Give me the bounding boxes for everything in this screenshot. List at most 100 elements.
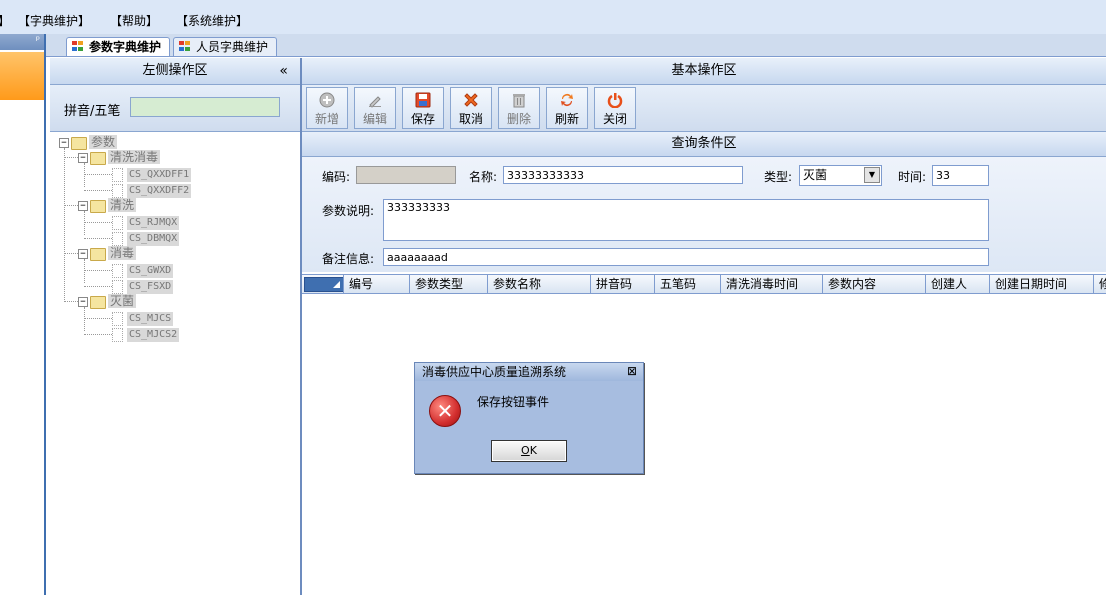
- note-label: 备注信息:: [322, 252, 375, 266]
- tree-group[interactable]: − 清洗消毒: [78, 150, 218, 165]
- time-label: 时间:: [898, 170, 927, 184]
- query-area-header: 查询条件区: [302, 132, 1106, 157]
- tree-group[interactable]: − 清洗: [78, 198, 218, 213]
- tree-leaf-label: CS_QXXDFF2: [127, 184, 192, 198]
- grid-col-header[interactable]: 清洗消毒时间: [721, 275, 823, 293]
- delete-label: 删除: [506, 112, 531, 126]
- menu-bar: 】 【字典维护】 【帮助】 【系统维护】: [0, 0, 1106, 35]
- grid-col-header[interactable]: 五笔码: [655, 275, 721, 293]
- grid-col-header[interactable]: 参数内容: [823, 275, 926, 293]
- tree-leaf-label: CS_FSXD: [127, 280, 174, 294]
- grid-col-header[interactable]: 参数类型: [410, 275, 488, 293]
- left-panel-title: 左侧操作区: [142, 63, 208, 78]
- tree-leaf[interactable]: CS_QXXDFF1: [112, 168, 242, 182]
- error-icon: ✕: [429, 395, 461, 427]
- collapse-icon[interactable]: «: [279, 58, 288, 84]
- tree-group[interactable]: − 灭菌: [78, 294, 218, 309]
- delete-button[interactable]: 删除: [498, 87, 540, 129]
- tab-param-dictionary[interactable]: 参数字典维护: [66, 37, 171, 56]
- close-icon[interactable]: ⊠: [625, 364, 639, 378]
- pin-icon[interactable]: ᵖ: [36, 35, 40, 46]
- tree-leaf[interactable]: CS_RJMQX: [112, 216, 242, 230]
- dictionary-icon: [179, 41, 191, 52]
- param-tree: − 参数 − 清洗消毒 CS_QXXDFF1 CS_QXXDFF2 − 清洗 C…: [50, 132, 300, 595]
- dialog-title-bar: 消毒供应中心质量追溯系统: [415, 363, 643, 381]
- ok-button[interactable]: OK: [491, 440, 567, 462]
- collapse-toggle-icon[interactable]: −: [59, 138, 69, 148]
- edit-button[interactable]: 编辑: [354, 87, 396, 129]
- name-field[interactable]: 33333333333: [503, 166, 743, 184]
- grid-col-header[interactable]: 创建日期时间: [990, 275, 1094, 293]
- tree-leaf[interactable]: CS_MJCS2: [112, 328, 242, 342]
- edit-label: 编辑: [362, 112, 387, 126]
- dialog-title: 消毒供应中心质量追溯系统: [422, 365, 567, 379]
- right-panel-title: 基本操作区: [671, 63, 737, 78]
- save-icon: [415, 92, 431, 108]
- tree-group-label: 灭菌: [108, 294, 137, 308]
- time-field[interactable]: 33: [932, 165, 989, 186]
- file-icon: [112, 168, 123, 182]
- cancel-icon: [463, 92, 479, 108]
- dictionary-icon: [72, 41, 84, 52]
- tree-leaf[interactable]: CS_MJCS: [112, 312, 242, 326]
- tree-group-label: 清洗消毒: [108, 150, 161, 164]
- grid-col-header[interactable]: 拼音码: [591, 275, 655, 293]
- tree-group-label: 清洗: [108, 198, 137, 212]
- close-label: 关闭: [602, 112, 627, 126]
- dropdown-arrow-icon[interactable]: ▼: [864, 167, 880, 183]
- folder-open-icon: [71, 137, 87, 150]
- collapse-toggle-icon[interactable]: −: [78, 201, 88, 211]
- tree-leaf[interactable]: CS_FSXD: [112, 280, 242, 294]
- collapse-toggle-icon[interactable]: −: [78, 297, 88, 307]
- edit-icon: [367, 92, 383, 108]
- folder-icon: [90, 152, 106, 165]
- grid-col-header[interactable]: 参数名称: [488, 275, 591, 293]
- save-button[interactable]: 保存: [402, 87, 444, 129]
- type-label: 类型:: [764, 170, 793, 184]
- grid-col-header[interactable]: 修: [1094, 275, 1106, 293]
- left-strip-selected-item[interactable]: [0, 52, 44, 100]
- power-icon: [607, 92, 623, 109]
- ok-button-label: K: [529, 444, 537, 457]
- code-field[interactable]: [356, 166, 456, 184]
- tree-leaf-label: CS_MJCS2: [127, 328, 180, 342]
- file-icon: [112, 232, 123, 246]
- collapse-toggle-icon[interactable]: −: [78, 249, 88, 259]
- grid-col-header[interactable]: 编号: [344, 275, 410, 293]
- add-button[interactable]: 新增: [306, 87, 348, 129]
- save-label: 保存: [410, 112, 435, 126]
- tree-leaf[interactable]: CS_QXXDFF2: [112, 184, 242, 198]
- note-field[interactable]: aaaaaaaad: [383, 248, 989, 266]
- search-input[interactable]: [130, 97, 280, 117]
- menu-item-dictionary[interactable]: 【字典维护】: [18, 12, 90, 29]
- right-panel-header: 基本操作区: [302, 58, 1106, 85]
- menu-item-help[interactable]: 【帮助】: [110, 12, 158, 29]
- tab-staff-dictionary[interactable]: 人员字典维护: [173, 37, 278, 56]
- close-button[interactable]: 关闭: [594, 87, 636, 129]
- grid-col-header[interactable]: 创建人: [926, 275, 990, 293]
- tree-leaf-label: CS_RJMQX: [127, 216, 180, 230]
- search-bar: 拼音/五笔: [50, 85, 300, 132]
- tree-root[interactable]: − 参数: [59, 135, 159, 150]
- tree-group[interactable]: − 消毒: [78, 246, 218, 261]
- folder-icon: [90, 248, 106, 261]
- search-label: 拼音/五笔: [64, 104, 121, 119]
- menu-item-partial[interactable]: 】: [0, 12, 10, 29]
- type-select[interactable]: 灭菌 ▼: [799, 165, 882, 186]
- grid-select-all[interactable]: [302, 275, 344, 293]
- tree-leaf[interactable]: CS_GWXD: [112, 264, 242, 278]
- type-select-value: 灭菌: [803, 168, 828, 182]
- left-panel-header: 左侧操作区 «: [50, 58, 300, 85]
- file-icon: [112, 328, 123, 342]
- description-label: 参数说明:: [322, 204, 375, 218]
- description-field[interactable]: 333333333: [383, 199, 989, 241]
- add-icon: [319, 92, 335, 108]
- collapse-toggle-icon[interactable]: −: [78, 153, 88, 163]
- cancel-button[interactable]: 取消: [450, 87, 492, 129]
- menu-item-system[interactable]: 【系统维护】: [176, 12, 248, 29]
- tree-leaf[interactable]: CS_DBMQX: [112, 232, 242, 246]
- folder-icon: [90, 296, 106, 309]
- tree-leaf-label: CS_QXXDFF1: [127, 168, 192, 182]
- cancel-label: 取消: [458, 112, 483, 126]
- refresh-button[interactable]: 刷新: [546, 87, 588, 129]
